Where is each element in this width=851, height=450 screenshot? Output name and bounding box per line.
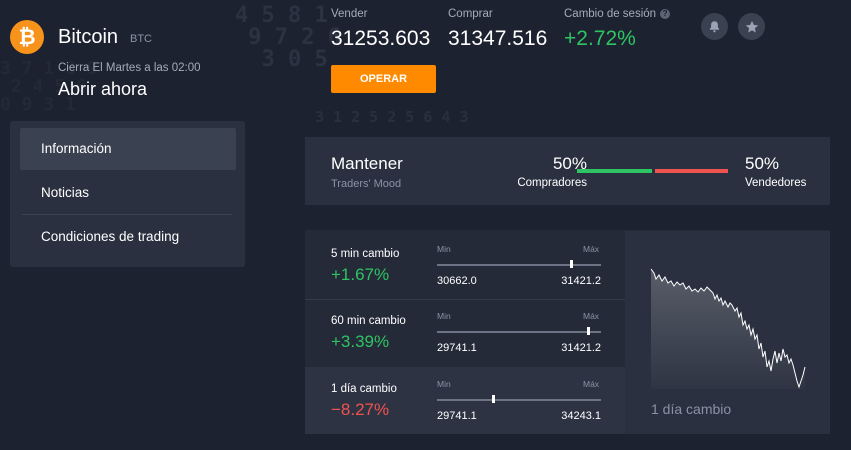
sellers-label: Vendedores — [745, 177, 807, 189]
operate-button[interactable]: OPERAR — [331, 65, 436, 93]
change-label: 5 min cambio — [331, 248, 400, 260]
sell-price: 31253.603 — [331, 27, 431, 50]
range-track — [437, 399, 601, 401]
max-label: Máx — [583, 311, 600, 321]
max-label: Máx — [583, 379, 600, 389]
buyers-label: Compradores — [517, 177, 587, 189]
max-value: 31421.2 — [561, 342, 601, 354]
mood-bar — [577, 169, 728, 173]
price-sparkline: 1 día cambio — [625, 231, 830, 434]
min-label: Min — [437, 311, 451, 321]
mood-subtitle: Traders' Mood — [331, 178, 402, 190]
change-value: +3.39% — [331, 332, 390, 351]
star-icon[interactable] — [738, 13, 765, 40]
session-change-label: Cambio de sesión? — [564, 8, 671, 20]
bitcoin-icon: ₿ — [10, 20, 44, 54]
market-closing-time: Cierra El Martes a las 02:00 — [58, 62, 201, 74]
sell-label: Vender — [331, 8, 368, 20]
min-value: 30662.0 — [437, 275, 477, 287]
question-icon[interactable]: ? — [660, 9, 671, 19]
sidebar-item-condiciones[interactable]: Condiciones de trading — [20, 216, 236, 258]
mood-bar-buyers — [577, 169, 652, 173]
change-value: +1.67% — [331, 265, 390, 284]
bitcoin-symbol: ₿ — [18, 24, 36, 49]
range-track — [437, 331, 601, 333]
mood-bar-sellers — [654, 169, 728, 173]
sparkline-svg — [650, 268, 806, 389]
change-row-5min: 5 min cambio +1.67% Min Máx 30662.0 3142… — [305, 232, 625, 299]
change-row-1day: 1 día cambio −8.27% Min Máx 29741.1 3424… — [305, 367, 625, 434]
min-label: Min — [437, 244, 451, 254]
bell-icon[interactable] — [701, 13, 728, 40]
asset-ticker: BTC — [130, 33, 152, 45]
buy-price: 31347.516 — [448, 27, 548, 50]
max-value: 31421.2 — [561, 275, 601, 287]
max-value: 34243.1 — [561, 410, 601, 422]
sidebar-item-noticias[interactable]: Noticias — [20, 172, 236, 214]
change-label: 1 día cambio — [331, 383, 397, 395]
sidebar-item-informacion[interactable]: Información — [20, 128, 236, 170]
open-now-label: Abrir ahora — [58, 79, 148, 99]
chart-label: 1 día cambio — [651, 401, 732, 417]
session-change-value: +2.72% — [564, 27, 636, 50]
range-track — [437, 264, 601, 266]
traders-mood-panel: Mantener Traders' Mood 50% Compradores 5… — [305, 137, 830, 205]
min-value: 29741.1 — [437, 410, 477, 422]
change-row-60min: 60 min cambio +3.39% Min Máx 29741.1 314… — [305, 299, 625, 366]
session-change-text: Cambio de sesión — [564, 8, 657, 20]
range-marker — [491, 395, 495, 403]
min-value: 29741.1 — [437, 342, 477, 354]
sellers-percent: 50% — [745, 154, 780, 173]
range-marker — [586, 327, 590, 335]
asset-name: Bitcoin — [58, 26, 119, 48]
change-label: 60 min cambio — [331, 315, 406, 327]
min-label: Min — [437, 379, 451, 389]
buy-label: Comprar — [448, 8, 493, 20]
sidebar-divider — [22, 214, 232, 215]
range-marker — [570, 260, 574, 268]
sidebar-nav: Información Noticias Condiciones de trad… — [10, 121, 245, 267]
mood-title: Mantener — [331, 154, 403, 173]
max-label: Máx — [583, 244, 600, 254]
change-value: −8.27% — [331, 400, 390, 419]
